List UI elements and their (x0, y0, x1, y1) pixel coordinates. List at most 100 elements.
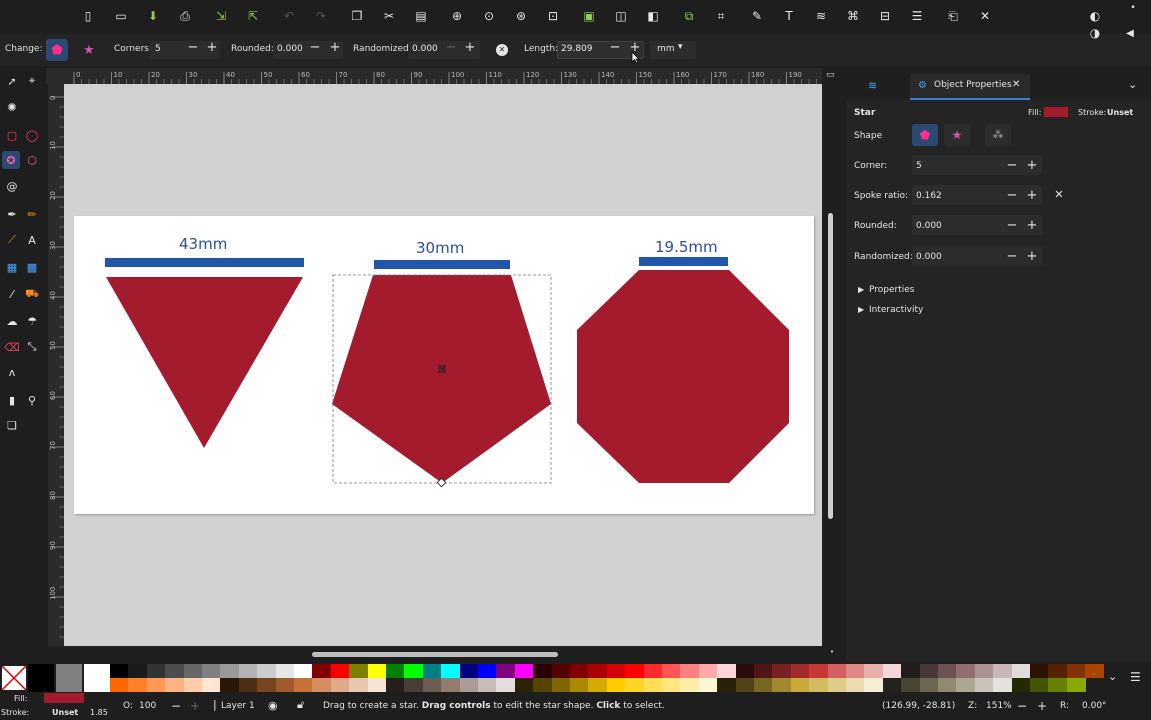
spray-alt-tool-icon[interactable]: ☂ (23, 312, 41, 330)
palette-swatch[interactable] (827, 678, 847, 692)
palette-swatch[interactable] (404, 664, 424, 678)
star-tool-icon[interactable]: ✪ (2, 151, 20, 169)
text-tool-icon[interactable]: A (23, 231, 41, 249)
rotation-value[interactable]: 0.00° (1082, 701, 1107, 711)
layers-icon[interactable]: ≋ (813, 8, 829, 24)
palette-swatch[interactable] (827, 664, 847, 678)
palette-swatch[interactable] (165, 664, 185, 678)
layer-visibility-icon[interactable]: ◉ (268, 699, 278, 712)
interactivity-expander[interactable]: Interactivity (869, 305, 923, 315)
palette-swatch[interactable] (1030, 664, 1049, 678)
corners-minus-icon[interactable]: − (1006, 158, 1018, 173)
xml-editor-icon[interactable]: ⌘ (845, 8, 861, 24)
palette-swatch[interactable] (938, 664, 957, 678)
new-document-icon[interactable]: ▯ (80, 8, 96, 24)
palette-swatch[interactable] (257, 664, 277, 678)
palette-swatch[interactable] (533, 664, 553, 678)
group-icon[interactable]: ⧉ (681, 8, 697, 24)
randomized-value[interactable]: 0.000 (412, 44, 438, 54)
spiral-tool-icon[interactable]: @ (3, 177, 21, 195)
palette-swatch[interactable] (882, 678, 902, 692)
rounded-value[interactable]: 0.000 (277, 44, 303, 54)
snap-toggle-icon[interactable]: ◑ (1087, 25, 1103, 41)
palette-swatch[interactable] (993, 664, 1013, 678)
palette-swatch[interactable] (1066, 678, 1086, 692)
spoke-plus-icon[interactable]: + (1026, 188, 1038, 203)
fill-stroke-icon[interactable]: ✎ (749, 8, 765, 24)
palette-swatch[interactable] (275, 664, 295, 678)
rounded-value[interactable]: 0.000 (916, 221, 942, 231)
star-shape-button[interactable]: ★ (944, 124, 970, 146)
randomized-decrement-icon[interactable]: − (445, 41, 457, 55)
rounded-plus-icon[interactable]: + (1026, 218, 1038, 233)
polygon-mode-icon[interactable]: ⬟ (46, 39, 68, 61)
unlink-clone-icon[interactable]: ◧ (645, 8, 661, 24)
expand-properties-icon[interactable]: ▶ (858, 285, 864, 294)
no-paint-swatch[interactable] (2, 666, 26, 690)
layout-icon[interactable]: ☰ (909, 8, 925, 24)
palette-swatch[interactable] (220, 678, 240, 692)
star-mode-icon[interactable]: ★ (78, 39, 100, 61)
palette-swatch[interactable] (809, 664, 829, 678)
corners-value[interactable]: 5 (916, 161, 922, 171)
palette-swatch[interactable] (772, 678, 792, 692)
randomized-increment-icon[interactable]: + (464, 41, 476, 55)
palette-swatch[interactable] (146, 664, 166, 678)
palette-swatch[interactable] (1011, 664, 1031, 678)
layer-name[interactable]: Layer 1 (221, 701, 255, 711)
properties-expander[interactable]: Properties (869, 285, 914, 295)
corners-plus-icon[interactable]: + (1026, 158, 1038, 173)
palette-swatch[interactable] (974, 664, 994, 678)
status-fill-swatch[interactable] (44, 693, 84, 703)
open-icon[interactable]: ▭ (113, 8, 129, 24)
undo-icon[interactable]: ↶ (281, 8, 297, 24)
duplicate-icon[interactable]: ▣ (581, 8, 597, 24)
spoke-reset-icon[interactable]: ✕ (1053, 188, 1065, 201)
layers-tab-icon[interactable]: ≋ (868, 79, 877, 92)
align-icon[interactable]: ⊟ (877, 8, 893, 24)
import-icon[interactable]: ⇲ (213, 8, 229, 24)
dropper-tool-icon[interactable]: ⁄ (3, 285, 21, 303)
palette-swatch[interactable] (901, 678, 921, 692)
palette-swatch[interactable] (551, 664, 571, 678)
palette-swatch[interactable] (422, 678, 442, 692)
palette-swatch[interactable] (735, 664, 755, 678)
gray-swatch[interactable] (56, 664, 82, 692)
palette-swatch[interactable] (533, 678, 553, 692)
palette-swatch[interactable] (754, 678, 773, 692)
palette-swatch[interactable] (588, 678, 608, 692)
close-tab-icon[interactable]: ✕ (1012, 79, 1020, 90)
randomized-minus-icon[interactable]: − (1006, 249, 1018, 264)
expand-interactivity-icon[interactable]: ▶ (858, 305, 864, 314)
palette-swatch[interactable] (202, 678, 221, 692)
redo-icon[interactable]: ↷ (313, 8, 329, 24)
palette-swatch[interactable] (588, 664, 608, 678)
paste-icon[interactable]: ▤ (413, 8, 429, 24)
corners-field[interactable] (912, 155, 1042, 175)
palette-menu-icon[interactable]: ☰ (1130, 670, 1141, 684)
palette-swatch[interactable] (551, 678, 571, 692)
palette-swatch[interactable] (919, 678, 939, 692)
more-icon[interactable]: • (1125, 0, 1141, 16)
randomized-plus-icon[interactable]: + (1026, 249, 1038, 264)
palette-swatch[interactable] (864, 678, 884, 692)
spoke-minus-icon[interactable]: − (1006, 188, 1018, 203)
palette-swatch[interactable] (846, 664, 865, 678)
palette-swatch[interactable] (165, 678, 185, 692)
copy-icon[interactable]: ❐ (349, 8, 365, 24)
palette-swatch[interactable] (367, 678, 387, 692)
ungroup-icon[interactable]: ⌗ (713, 8, 729, 24)
palette-swatch[interactable] (514, 664, 534, 678)
palette-swatch[interactable] (220, 664, 240, 678)
palette-swatch[interactable] (662, 678, 681, 692)
palette-swatch[interactable] (146, 678, 166, 692)
palette-swatch[interactable] (349, 664, 369, 678)
palette-swatch[interactable] (330, 678, 350, 692)
palette-swatch[interactable] (717, 678, 737, 692)
palette-swatch[interactable] (110, 678, 129, 692)
palette-swatch[interactable] (238, 664, 258, 678)
circle-tool-icon[interactable]: ◯ (23, 126, 41, 144)
zoom-out-icon[interactable]: − (1017, 699, 1027, 713)
preferences-icon[interactable]: ✕ (977, 8, 993, 24)
document-properties-icon[interactable]: ⎗ (945, 8, 961, 24)
